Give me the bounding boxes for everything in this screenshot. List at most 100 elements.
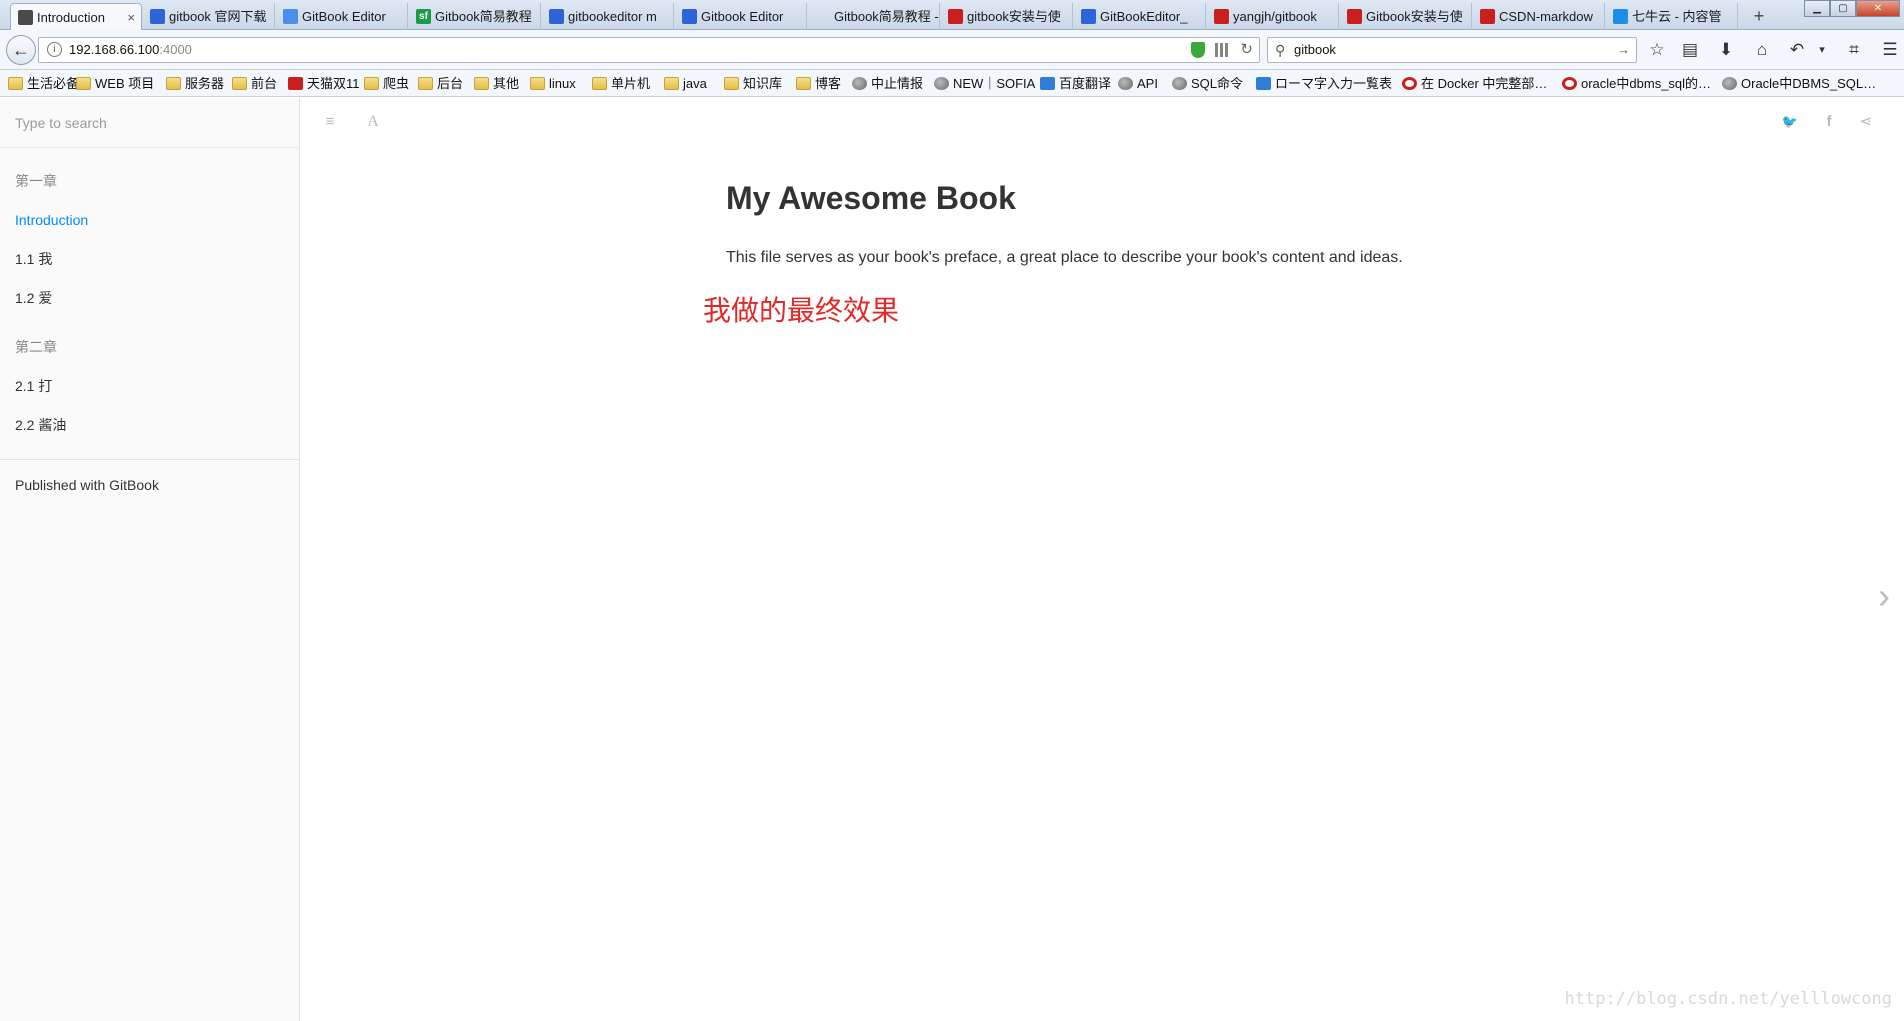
- globe-icon: [934, 77, 949, 90]
- crop-icon[interactable]: ⌗: [1842, 38, 1866, 62]
- window-close-button[interactable]: ✕: [1856, 0, 1900, 17]
- bookmark-item[interactable]: 单片机: [592, 75, 650, 93]
- twitter-icon[interactable]: 🐦: [1780, 112, 1800, 132]
- reading-list-icon[interactable]: ▤: [1678, 38, 1702, 62]
- bookmark-item[interactable]: 爬虫: [364, 75, 409, 93]
- globe-icon: [1118, 77, 1133, 90]
- published-with-gitbook-link[interactable]: Published with GitBook: [0, 476, 299, 495]
- site-info-icon[interactable]: i: [47, 42, 62, 57]
- book-summary-sidebar: 第一章 Introduction 1.1 我 1.2 爱 第二章 2.1 打 2…: [0, 98, 300, 1021]
- globe-icon: [852, 77, 867, 90]
- book-body: ≡ A 🐦 f ⋖ My Awesome Book This file serv…: [300, 98, 1904, 1021]
- window-controls: ▁ ▢ ✕: [1804, 0, 1900, 18]
- minimize-button[interactable]: ▁: [1804, 0, 1830, 17]
- bookmark-item[interactable]: ローマ字入力一覧表: [1256, 75, 1392, 93]
- summary-item-introduction[interactable]: Introduction: [0, 201, 299, 240]
- bookmark-item[interactable]: 服务器: [166, 75, 224, 93]
- bookmark-item[interactable]: NEW｜SOFIA: [934, 75, 1035, 93]
- home-icon[interactable]: ⌂: [1750, 38, 1774, 62]
- tab-4[interactable]: sf Gitbook简易教程: [409, 3, 541, 30]
- article-content: My Awesome Book This file serves as your…: [726, 178, 1486, 270]
- bookmark-item[interactable]: 后台: [418, 75, 463, 93]
- bookmark-item[interactable]: linux: [530, 75, 576, 93]
- summary-item-2-1[interactable]: 2.1 打: [0, 367, 299, 406]
- qiniu-icon: [1613, 9, 1628, 24]
- bookmark-item[interactable]: 中止情报: [852, 75, 923, 93]
- qr-code-icon[interactable]: [1215, 43, 1229, 57]
- tab-11[interactable]: Gitbook安装与使: [1340, 3, 1472, 30]
- bookmark-item[interactable]: 生活必备: [8, 75, 79, 93]
- bookmark-label: Oracle中DBMS_SQL…: [1741, 76, 1877, 91]
- bookmark-label: 博客: [815, 76, 842, 91]
- folder-icon: [364, 77, 379, 90]
- bookmark-item[interactable]: oracle中dbms_sql的…: [1562, 75, 1711, 93]
- undo-icon[interactable]: ↶: [1785, 38, 1809, 62]
- history-dropdown-icon[interactable]: ▾: [1810, 38, 1834, 62]
- toggle-sidebar-icon[interactable]: ≡: [320, 112, 340, 132]
- next-page-chevron-icon[interactable]: ›: [1878, 576, 1890, 616]
- summary-item-2-2[interactable]: 2.2 酱油: [0, 406, 299, 445]
- csdn-icon: [948, 9, 963, 24]
- chapter-header-2: 第二章: [15, 339, 57, 355]
- shield-icon[interactable]: [1191, 42, 1205, 58]
- bookmark-star-icon[interactable]: ☆: [1645, 38, 1669, 62]
- bookmark-item[interactable]: Oracle中DBMS_SQL…: [1722, 75, 1876, 93]
- reload-icon[interactable]: ↻: [1240, 38, 1253, 62]
- search-input[interactable]: [0, 98, 299, 148]
- bookmark-label: 前台: [251, 76, 278, 91]
- tab-6[interactable]: Gitbook Editor: [675, 3, 807, 30]
- tab-13[interactable]: 七牛云 - 内容管: [1606, 3, 1738, 30]
- bookmark-label: 爬虫: [383, 76, 410, 91]
- bookmark-item[interactable]: API: [1118, 75, 1158, 93]
- tab-2[interactable]: gitbook 官网下载: [143, 3, 275, 30]
- facebook-icon[interactable]: f: [1819, 112, 1839, 132]
- new-tab-button[interactable]: +: [1747, 3, 1771, 30]
- close-tab-icon[interactable]: ×: [127, 4, 135, 30]
- search-go-icon[interactable]: →: [1617, 38, 1630, 62]
- bookmark-label: WEB 项目: [95, 76, 155, 91]
- csdn-icon: [1480, 9, 1495, 24]
- url-bar[interactable]: i 192.168.66.100:4000 ↻: [38, 37, 1260, 63]
- tab-3[interactable]: GitBook Editor: [276, 3, 408, 30]
- book-search: [0, 98, 299, 148]
- bookmark-label: 中止情报: [871, 76, 924, 91]
- bookmark-label: 百度翻译: [1059, 76, 1112, 91]
- bookmark-item[interactable]: 天猫双11: [288, 75, 360, 93]
- tab-label: gitbookeditor m: [568, 9, 657, 24]
- bookmark-item[interactable]: WEB 项目: [76, 75, 154, 93]
- bookmark-item[interactable]: java: [664, 75, 707, 93]
- menu-icon[interactable]: ☰: [1878, 38, 1902, 62]
- tab-5[interactable]: gitbookeditor m: [542, 3, 674, 30]
- url-port: :4000: [159, 42, 192, 57]
- back-button[interactable]: ←: [6, 35, 36, 65]
- search-bar[interactable]: ⚲ gitbook →: [1267, 37, 1637, 63]
- folder-icon: [232, 77, 247, 90]
- search-value: gitbook: [1294, 42, 1336, 57]
- annotation-text: 我做的最终效果: [703, 294, 900, 327]
- bookmark-item[interactable]: 其他: [474, 75, 519, 93]
- font-settings-icon[interactable]: A: [363, 112, 383, 132]
- tab-9[interactable]: GitBookEditor_: [1074, 3, 1206, 30]
- download-icon[interactable]: ⬇: [1714, 38, 1738, 62]
- bookmark-item[interactable]: 知识库: [724, 75, 782, 93]
- preface-paragraph: This file serves as your book's preface,…: [726, 249, 1403, 266]
- share-icon[interactable]: ⋖: [1856, 112, 1876, 132]
- tab-label: GitBookEditor_: [1100, 9, 1188, 24]
- bookmark-item[interactable]: 博客: [796, 75, 841, 93]
- tab-10[interactable]: yangjh/gitbook: [1207, 3, 1339, 30]
- bookmark-item[interactable]: SQL命令: [1172, 75, 1243, 93]
- summary-item-1-1[interactable]: 1.1 我: [0, 240, 299, 279]
- folder-icon: [474, 77, 489, 90]
- summary-item-1-2[interactable]: 1.2 爱: [0, 279, 299, 318]
- bookmark-item[interactable]: 百度翻译: [1040, 75, 1111, 93]
- bookmark-label: 单片机: [611, 76, 651, 91]
- tab-1[interactable]: Introduction ×: [10, 3, 142, 30]
- tab-8[interactable]: gitbook安装与使: [941, 3, 1073, 30]
- tab-12[interactable]: CSDN-markdow: [1473, 3, 1605, 30]
- bookmark-item[interactable]: 前台: [232, 75, 277, 93]
- bookmark-label: 服务器: [185, 76, 225, 91]
- maximize-button[interactable]: ▢: [1830, 0, 1856, 17]
- bookmark-label: 知识库: [743, 76, 783, 91]
- tab-7[interactable]: Gitbook简易教程 - V: [808, 3, 940, 30]
- bookmark-item[interactable]: 在 Docker 中完整部…: [1402, 75, 1547, 93]
